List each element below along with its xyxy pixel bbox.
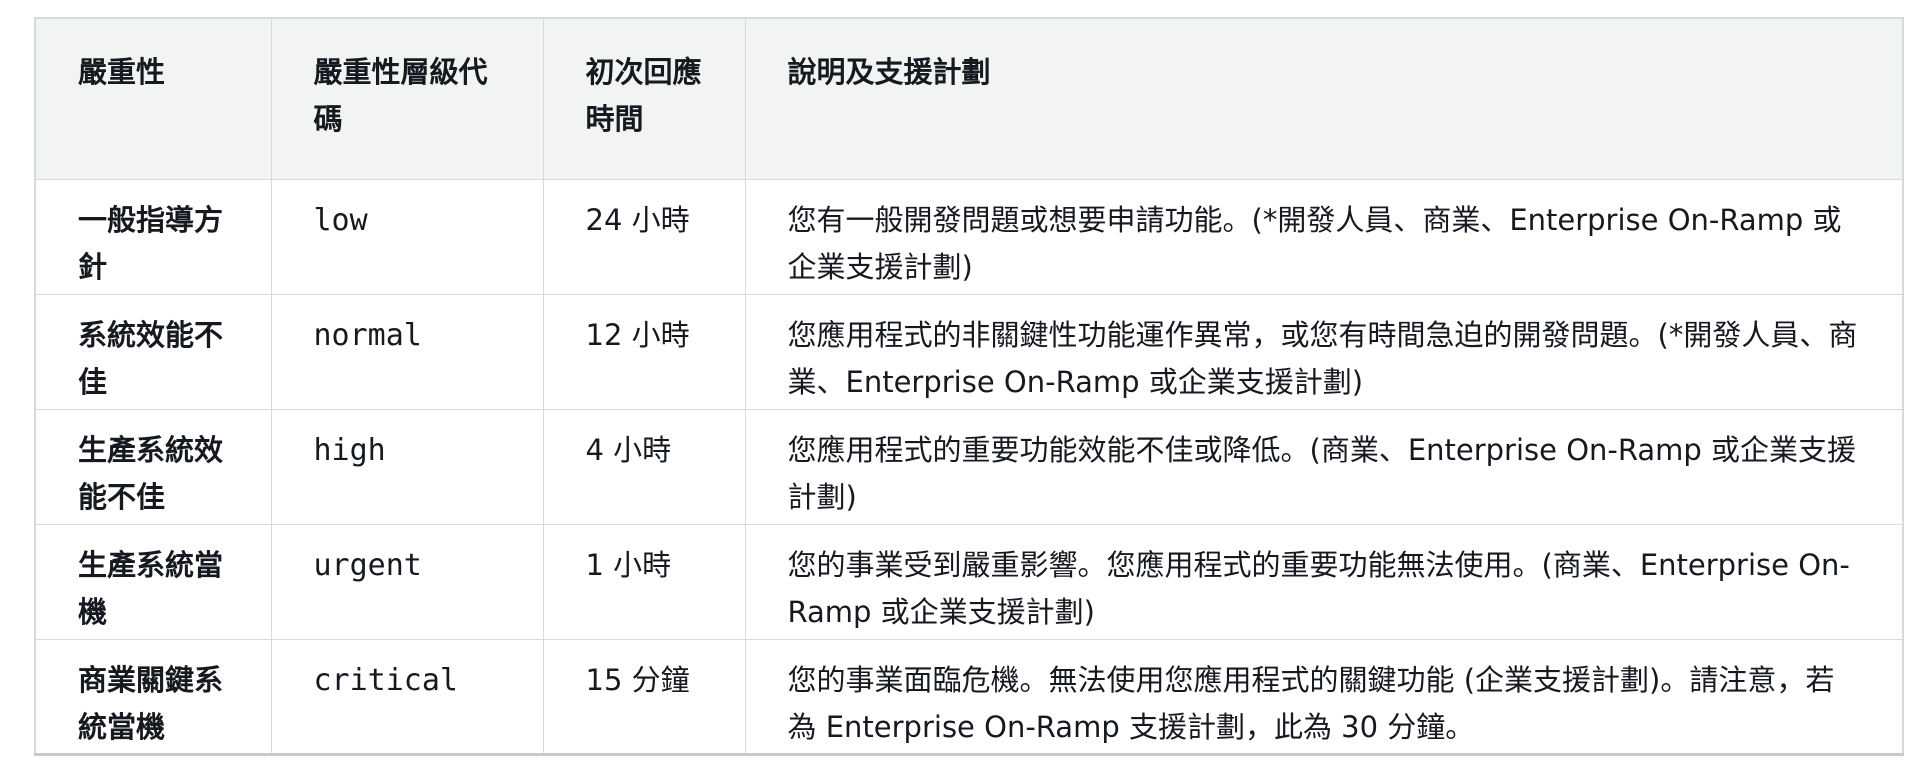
severity-cell: 一般指導方針	[34, 178, 272, 295]
severity-code-cell: normal	[270, 293, 544, 410]
table-row: 生產系統效能不佳 high 4 小時 您應用程式的重要功能效能不佳或降低。(商業…	[34, 408, 1904, 525]
description-cell: 您有一般開發問題或想要申請功能。(*開發人員、商業、Enterprise On-…	[744, 178, 1904, 295]
response-time-cell: 4 小時	[542, 408, 746, 525]
response-time-cell: 1 小時	[542, 523, 746, 640]
table-row: 一般指導方針 low 24 小時 您有一般開發問題或想要申請功能。(*開發人員、…	[34, 178, 1904, 295]
severity-table-container: 嚴重性 嚴重性層級代碼 初次回應時間 說明及支援計劃 一般指導方針 low 24…	[34, 17, 1904, 756]
table-row: 生產系統當機 urgent 1 小時 您的事業受到嚴重影響。您應用程式的重要功能…	[34, 523, 1904, 640]
header-description: 說明及支援計劃	[744, 17, 1904, 180]
header-severity: 嚴重性	[34, 17, 272, 180]
table-header-row: 嚴重性 嚴重性層級代碼 初次回應時間 說明及支援計劃	[34, 17, 1904, 180]
severity-code-cell: urgent	[270, 523, 544, 640]
severity-code-cell: high	[270, 408, 544, 525]
description-cell: 您的事業面臨危機。無法使用您應用程式的關鍵功能 (企業支援計劃)。請注意，若為 …	[744, 638, 1904, 755]
response-time-cell: 24 小時	[542, 178, 746, 295]
table-row: 商業關鍵系統當機 critical 15 分鐘 您的事業面臨危機。無法使用您應用…	[34, 638, 1904, 755]
severity-code-cell: low	[270, 178, 544, 295]
severity-table: 嚴重性 嚴重性層級代碼 初次回應時間 說明及支援計劃 一般指導方針 low 24…	[34, 17, 1904, 756]
description-cell: 您應用程式的重要功能效能不佳或降低。(商業、Enterprise On-Ramp…	[744, 408, 1904, 525]
table-row: 系統效能不佳 normal 12 小時 您應用程式的非關鍵性功能運作異常，或您有…	[34, 293, 1904, 410]
description-cell: 您應用程式的非關鍵性功能運作異常，或您有時間急迫的開發問題。(*開發人員、商業、…	[744, 293, 1904, 410]
response-time-cell: 12 小時	[542, 293, 746, 410]
response-time-cell: 15 分鐘	[542, 638, 746, 755]
header-severity-code: 嚴重性層級代碼	[270, 17, 544, 180]
severity-code-cell: critical	[270, 638, 544, 755]
severity-cell: 商業關鍵系統當機	[34, 638, 272, 755]
header-response-time: 初次回應時間	[542, 17, 746, 180]
severity-cell: 生產系統當機	[34, 523, 272, 640]
severity-cell: 生產系統效能不佳	[34, 408, 272, 525]
severity-cell: 系統效能不佳	[34, 293, 272, 410]
description-cell: 您的事業受到嚴重影響。您應用程式的重要功能無法使用。(商業、Enterprise…	[744, 523, 1904, 640]
